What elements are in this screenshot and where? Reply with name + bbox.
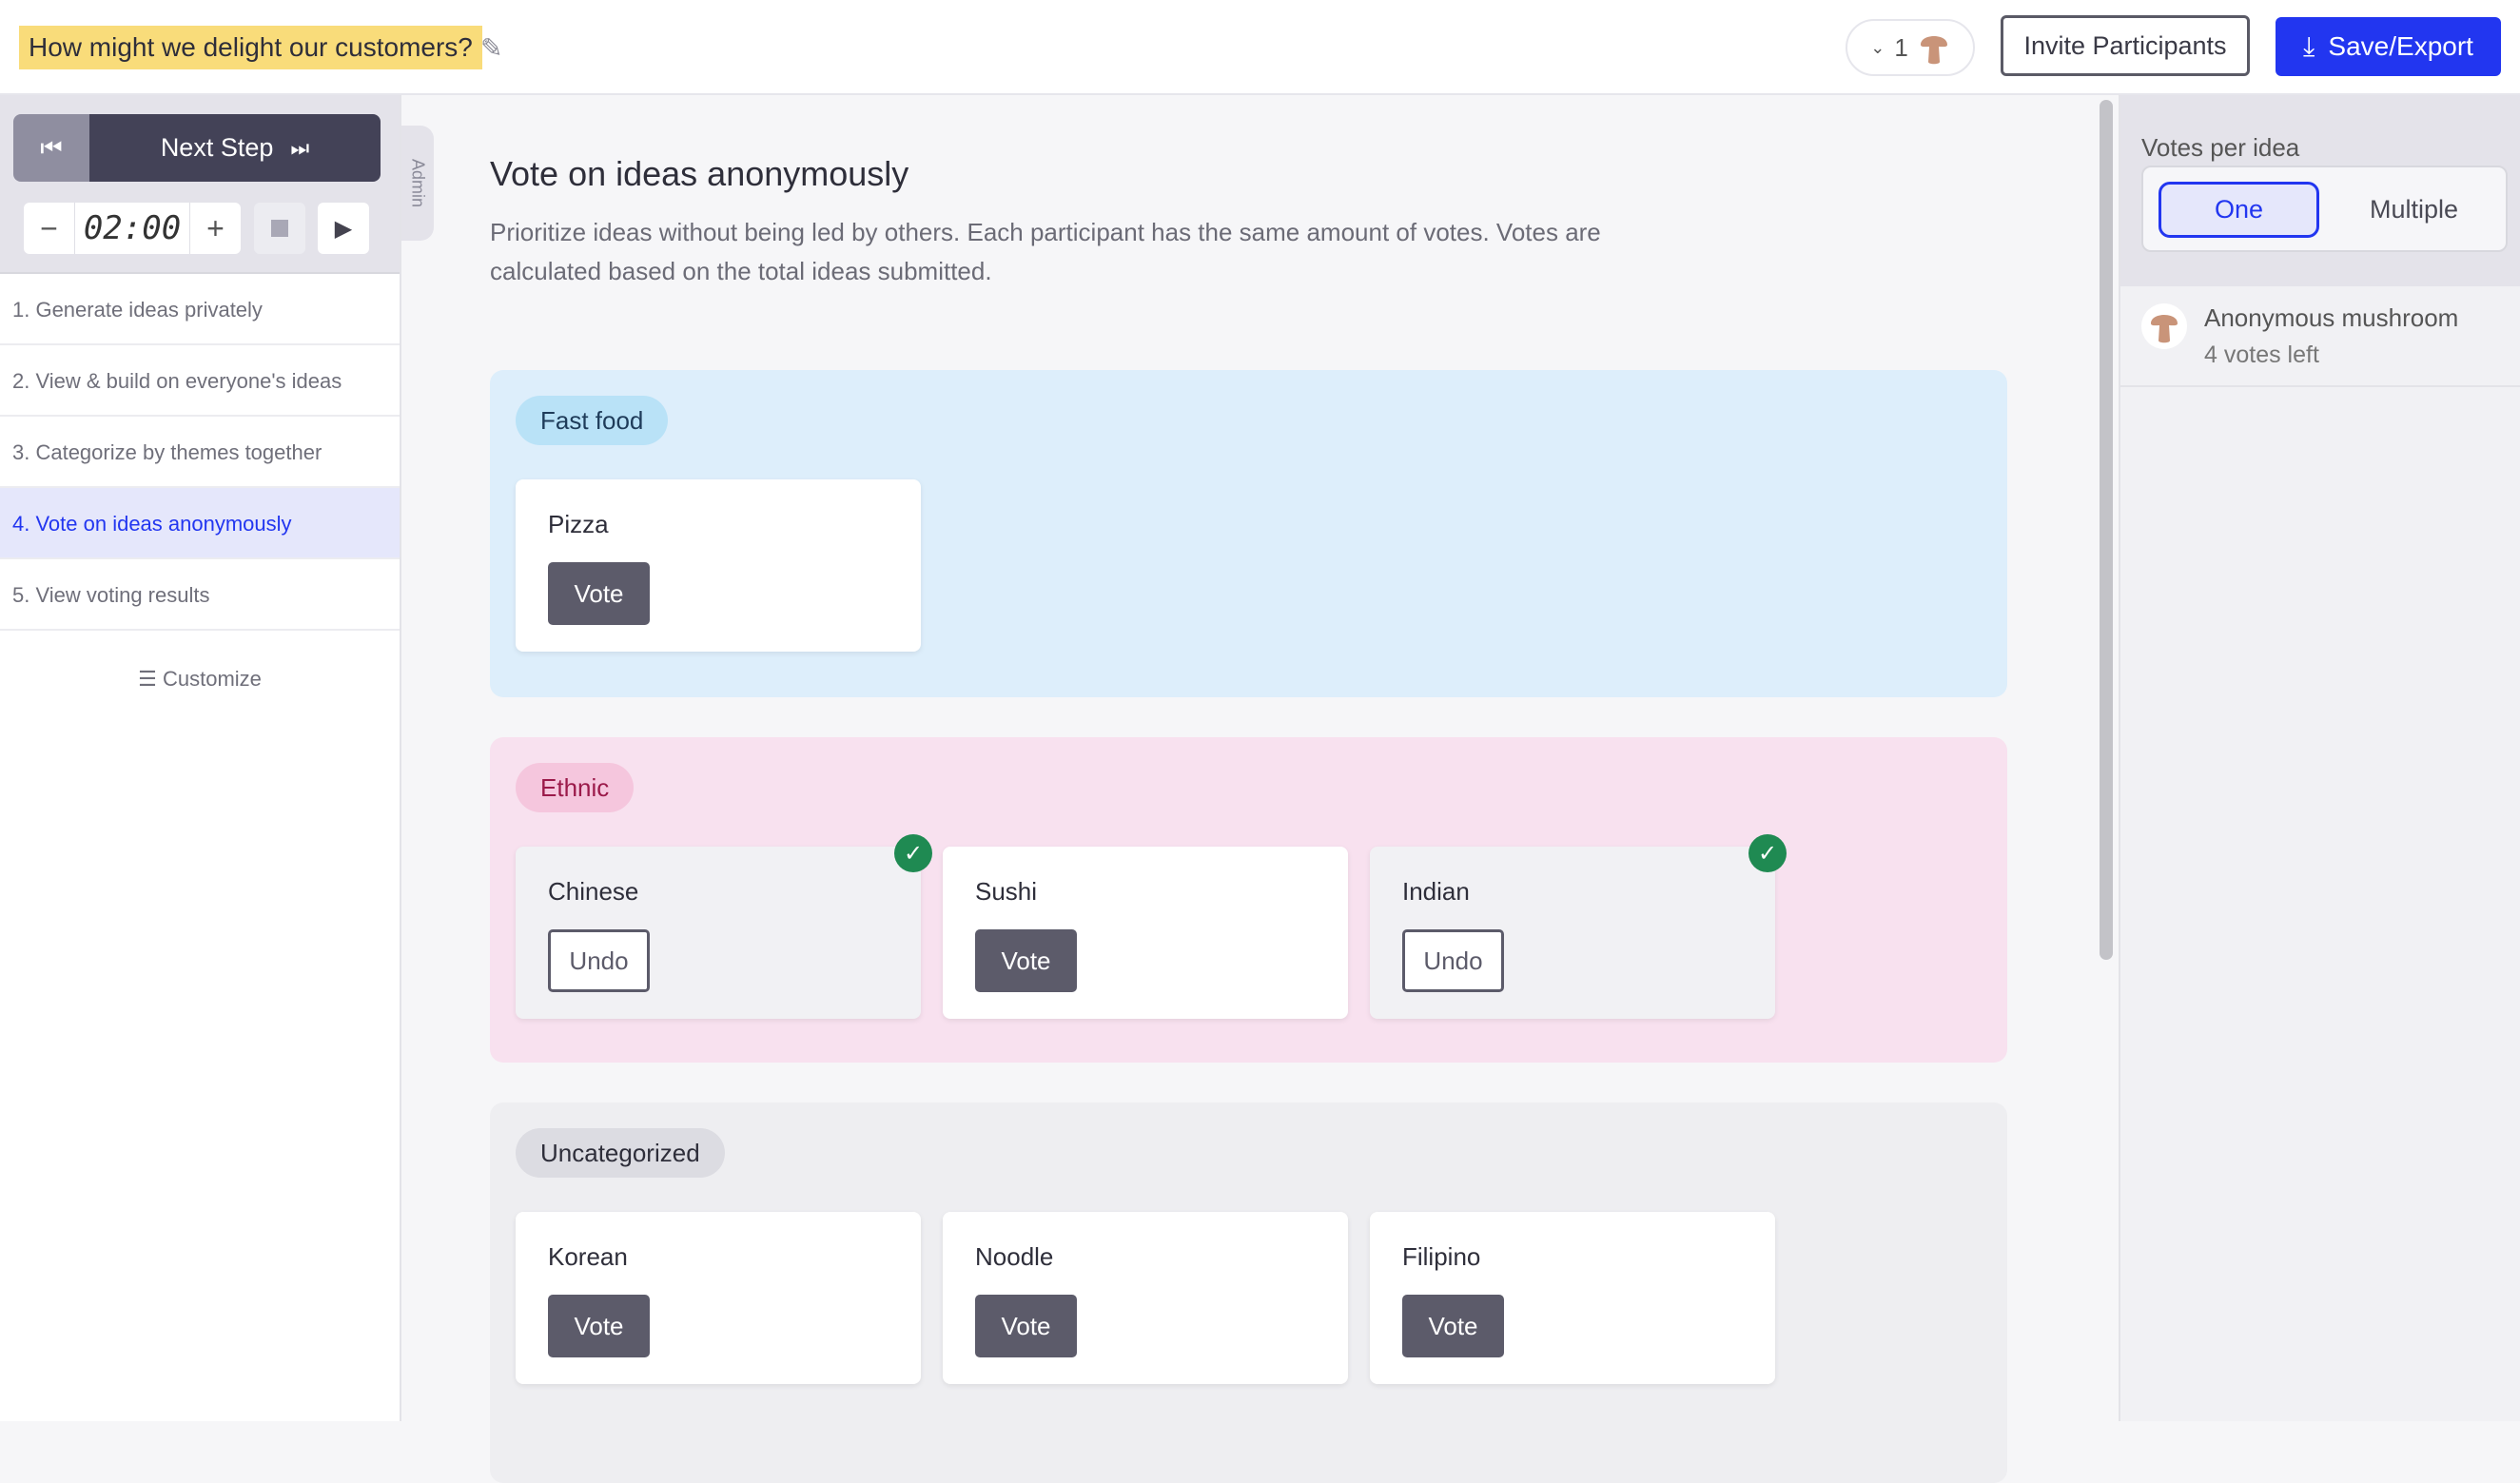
idea-name: Filipino: [1402, 1242, 1481, 1271]
timer: − 02:00 +: [24, 203, 241, 254]
skip-back-icon: ⏮: [40, 132, 63, 162]
undo-button[interactable]: Undo: [1402, 929, 1504, 992]
step-item[interactable]: 3. Categorize by themes together: [0, 417, 400, 488]
customize-label: Customize: [162, 667, 262, 691]
mushroom-icon: [1920, 36, 1947, 65]
page-title: Vote on ideas anonymously: [490, 154, 909, 193]
idea-card: Chinese Undo ✓: [516, 834, 932, 1019]
sidebar: ⏮ Next Step ⏭ − 02:00 + ▶ 1. Generate id…: [0, 95, 401, 1421]
idea-group: Fast food Pizza Vote: [490, 370, 2007, 697]
vote-button[interactable]: Vote: [975, 1295, 1077, 1357]
mushroom-avatar: [2141, 303, 2187, 349]
participant-name: Anonymous mushroom: [2204, 303, 2459, 332]
option-multiple[interactable]: Multiple: [2334, 182, 2494, 238]
check-icon: ✓: [894, 834, 932, 872]
next-step-label: Next Step: [160, 133, 274, 162]
idea-name: Indian: [1402, 877, 1470, 906]
facilitator-controls: ⏮ Next Step ⏭ − 02:00 + ▶: [0, 95, 400, 274]
idea-card: Indian Undo ✓: [1370, 834, 1787, 1019]
idea-group: Uncategorized Korean Vote Noodle Vote Filipin…: [490, 1102, 2007, 1483]
previous-step-button[interactable]: ⏮: [13, 114, 89, 182]
idea-name: Pizza: [548, 510, 609, 538]
top-bar: How might we delight our customers? ✎ ⌄ …: [0, 0, 2520, 95]
participant-count: 1: [1894, 32, 1908, 62]
undo-button[interactable]: Undo: [548, 929, 650, 992]
step-list: 1. Generate ideas privately 2. View & bu…: [0, 274, 400, 631]
participant-row: Anonymous mushroom 4 votes left: [2120, 286, 2520, 387]
group-label: Fast food: [516, 396, 669, 445]
idea-card: Pizza Vote: [516, 479, 921, 652]
idea-card: Korean Vote: [516, 1212, 921, 1384]
download-icon: ⤓: [2303, 30, 2315, 61]
votes-left: 4 votes left: [2204, 341, 2319, 368]
votes-per-idea-toggle: One Multiple: [2141, 166, 2508, 252]
mushroom-icon: [2151, 315, 2178, 343]
idea-group: Ethnic Chinese Undo ✓ Sushi Vote Indian Undo ✓: [490, 737, 2007, 1063]
check-icon: ✓: [1748, 834, 1787, 872]
step-item-active[interactable]: 4. Vote on ideas anonymously: [0, 488, 400, 559]
idea-card: Filipino Vote: [1370, 1212, 1775, 1384]
session-title[interactable]: How might we delight our customers?: [19, 26, 482, 69]
sliders-icon: ☰: [138, 667, 157, 691]
timer-stop-button[interactable]: [254, 203, 305, 254]
invite-participants-button[interactable]: Invite Participants: [2001, 15, 2250, 76]
customize-button[interactable]: ☰ Customize: [0, 667, 400, 692]
idea-name: Chinese: [548, 877, 639, 906]
idea-name: Korean: [548, 1242, 628, 1271]
idea-name: Sushi: [975, 877, 1038, 906]
group-label: Uncategorized: [516, 1128, 725, 1178]
timer-decrease-button[interactable]: −: [24, 203, 74, 254]
step-item[interactable]: 5. View voting results: [0, 559, 400, 631]
idea-name: Noodle: [975, 1242, 1054, 1271]
page-description: Prioritize ideas without being led by ot…: [490, 218, 1601, 285]
step-item[interactable]: 2. View & build on everyone's ideas: [0, 345, 400, 417]
main-content: Vote on ideas anonymously Prioritize ide…: [401, 95, 2100, 1483]
participants-dropdown[interactable]: ⌄ 1: [1846, 19, 1975, 76]
scrollbar[interactable]: [2100, 100, 2113, 960]
play-icon: ▶: [334, 215, 353, 242]
stop-icon: [271, 220, 288, 237]
votes-per-idea-label: Votes per idea: [2141, 133, 2300, 162]
option-one[interactable]: One: [2159, 182, 2319, 238]
timer-increase-button[interactable]: +: [190, 203, 241, 254]
save-export-button[interactable]: ⤓ Save/Export: [2276, 17, 2501, 76]
next-step-button[interactable]: Next Step ⏭: [89, 114, 381, 182]
pencil-icon[interactable]: ✎: [480, 32, 502, 64]
vote-button[interactable]: Vote: [975, 929, 1077, 992]
idea-card: Sushi Vote: [943, 847, 1348, 1019]
idea-card: Noodle Vote: [943, 1212, 1348, 1384]
timer-play-button[interactable]: ▶: [318, 203, 369, 254]
save-export-label: Save/Export: [2328, 31, 2473, 61]
vote-button[interactable]: Vote: [1402, 1295, 1504, 1357]
timer-value: 02:00: [74, 203, 190, 254]
right-panel: Votes per idea One Multiple Anonymous mu…: [2119, 95, 2520, 1421]
chevron-down-icon: ⌄: [1870, 37, 1885, 57]
skip-forward-icon: ⏭: [290, 135, 310, 160]
step-item[interactable]: 1. Generate ideas privately: [0, 274, 400, 345]
vote-button[interactable]: Vote: [548, 1295, 650, 1357]
group-label: Ethnic: [516, 763, 635, 812]
vote-button[interactable]: Vote: [548, 562, 650, 625]
